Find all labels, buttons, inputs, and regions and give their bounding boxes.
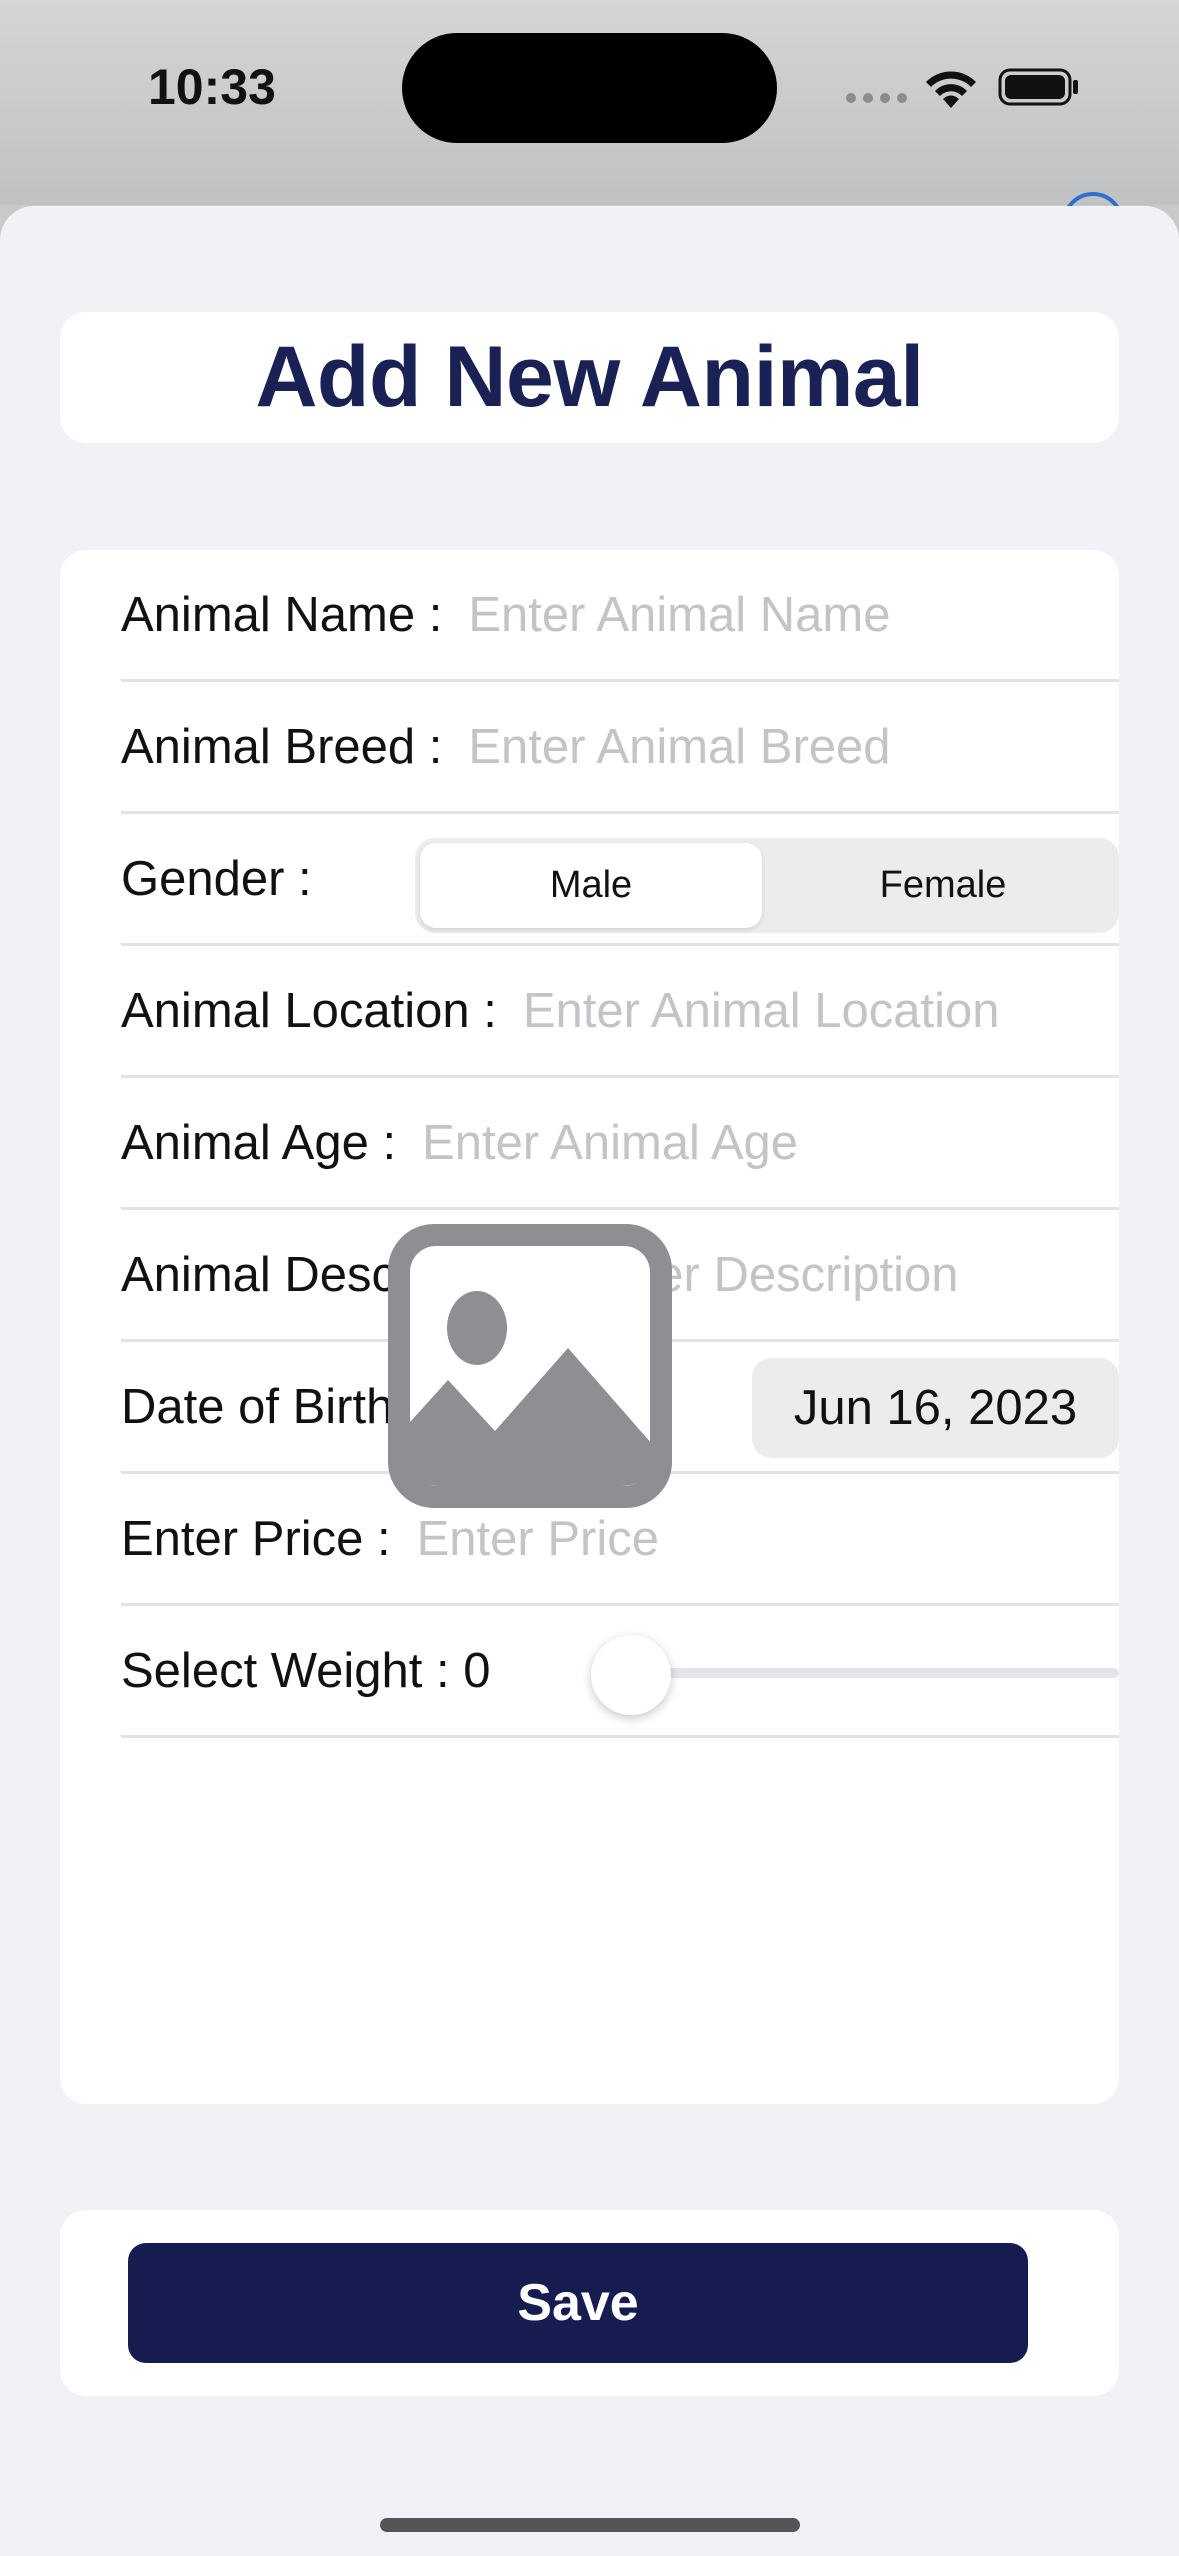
animal-breed-label: Animal Breed : [121,719,443,774]
save-card: Save [60,2210,1119,2396]
animal-breed-row: Animal Breed : [121,682,1119,814]
animal-breed-input[interactable] [468,718,1119,775]
animal-age-row: Animal Age : [121,1078,1119,1210]
date-of-birth-picker[interactable]: Jun 16, 2023 [752,1358,1119,1458]
title-card: Add New Animal [60,312,1119,443]
gender-option-female[interactable]: Female [772,843,1114,928]
animal-location-row: Animal Location : [121,946,1119,1078]
weight-slider-thumb[interactable] [591,1635,671,1715]
status-bar: 10:33 [0,0,1179,205]
animal-age-label: Animal Age : [121,1115,397,1170]
home-indicator [380,2518,800,2532]
save-button[interactable]: Save [128,2243,1028,2363]
page-title: Add New Animal [255,329,924,425]
animal-name-label: Animal Name : [121,587,443,642]
date-of-birth-label: Date of Birth : [121,1379,421,1434]
weight-row: Select Weight : 0 [121,1606,1119,1738]
animal-location-input[interactable] [522,982,1119,1039]
animal-age-input[interactable] [422,1114,1119,1171]
weight-slider[interactable] [591,1606,1119,1738]
animal-location-label: Animal Location : [121,983,497,1038]
animal-name-input[interactable] [468,586,1119,643]
price-label: Enter Price : [121,1511,391,1566]
gender-row: Gender : Male Female [121,814,1119,946]
weight-label: Select Weight : 0 [121,1643,491,1698]
gender-segmented-control: Male Female [415,838,1119,933]
battery-icon [998,68,1078,106]
animal-name-row: Animal Name : [121,550,1119,682]
dynamic-island [402,33,777,143]
signal-dots-icon [846,93,907,103]
photo-placeholder-icon[interactable] [380,1216,680,1516]
wifi-icon [926,71,976,108]
status-time: 10:33 [148,59,276,115]
price-input[interactable] [416,1510,1119,1567]
gender-label: Gender : [121,851,312,906]
gender-option-male[interactable]: Male [420,843,762,928]
